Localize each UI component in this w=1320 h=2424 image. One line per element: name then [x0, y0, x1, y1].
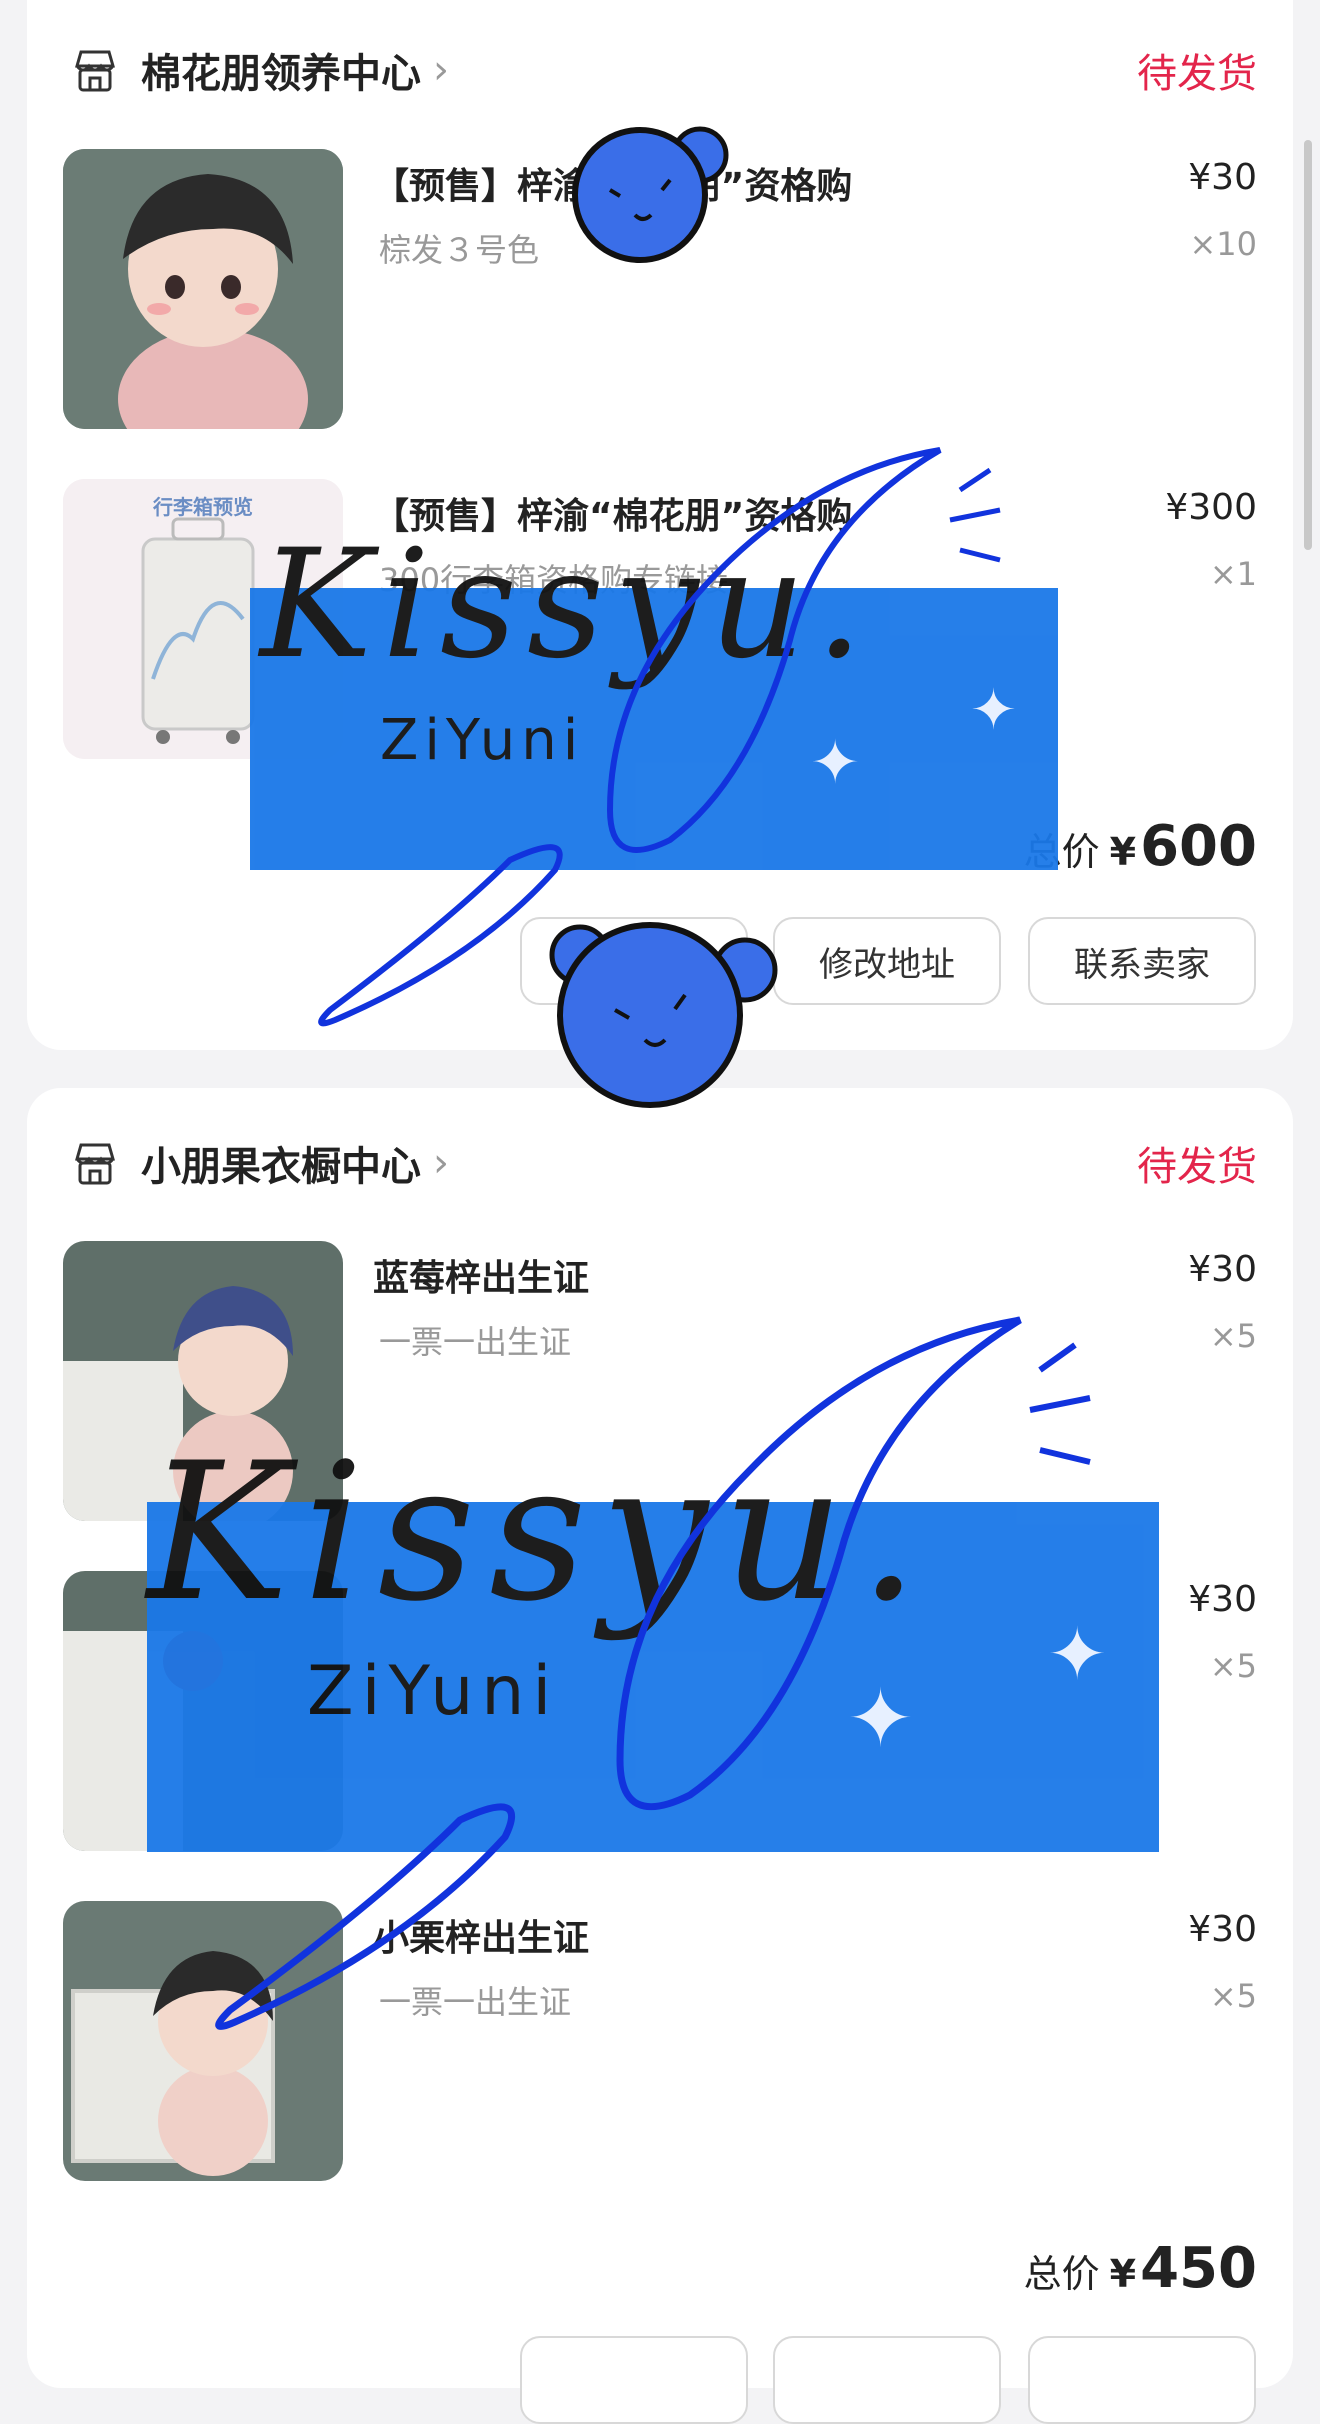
shop-icon	[75, 50, 115, 92]
shop-header[interactable]: 小朋果衣橱中心 › 待发货	[69, 1128, 1257, 1198]
total-value: 600	[1140, 814, 1257, 879]
shop-icon	[75, 1143, 115, 1185]
modify-address-button[interactable]: 修改地址	[773, 917, 1001, 1005]
item-spec: 300行李箱资格购专链接	[379, 561, 729, 599]
item-qty: ×5	[1209, 1317, 1257, 1355]
item-spec: 棕发３号色	[379, 231, 540, 269]
chevron-right-icon: ›	[433, 1140, 449, 1186]
scrollbar[interactable]	[1304, 140, 1312, 550]
order-action-button[interactable]	[520, 2336, 748, 2424]
item-price: ¥300	[1165, 487, 1257, 528]
order-item[interactable]: 行李箱预览 【预售】梓渝“棉花朋”资格购 300行李箱资格购专链接 ¥300 ×…	[63, 479, 1257, 759]
item-spec: 一票一出生证	[379, 1983, 572, 2021]
order-status: 待发货	[1137, 51, 1257, 97]
contact-seller-button[interactable]: 联系卖家	[1028, 917, 1256, 1005]
item-qty: ×1	[1209, 555, 1257, 593]
chevron-right-icon: ›	[433, 47, 449, 93]
shop-header[interactable]: 棉花朋领养中心 › 待发货	[69, 35, 1257, 105]
total-value: 450	[1140, 2236, 1257, 2301]
total-currency: ¥	[1109, 830, 1137, 874]
item-qty: ×5	[1209, 1977, 1257, 2015]
item-price: ¥30	[1188, 1579, 1257, 1620]
shop-name: 棉花朋领养中心	[141, 51, 421, 97]
item-price: ¥30	[1188, 157, 1257, 198]
order-item[interactable]: ¥30 ×5	[63, 1571, 1257, 1851]
item-qty: ×5	[1209, 1647, 1257, 1685]
product-image	[63, 1571, 343, 1851]
item-qty: ×10	[1189, 225, 1257, 263]
shop-name: 小朋果衣橱中心	[141, 1144, 421, 1190]
product-image	[63, 149, 343, 429]
item-title: 【预售】梓渝“棉花朋”资格购	[373, 496, 853, 537]
order-action-button[interactable]	[1028, 2336, 1256, 2424]
total-currency: ¥	[1109, 2252, 1137, 2296]
thumb-caption: 行李箱预览	[153, 495, 253, 519]
order-card-1: 棉花朋领养中心 › 待发货 【预售】梓渝“棉花朋”资格购 棕发３号色 ¥30 ×…	[27, 0, 1293, 1050]
item-price: ¥30	[1188, 1909, 1257, 1950]
product-image	[63, 1901, 343, 2181]
item-title: 【预售】梓渝“棉花朋”资格购	[373, 166, 853, 207]
order-total: 总价 ¥ 600	[1024, 814, 1257, 879]
total-label: 总价	[1023, 2252, 1100, 2296]
product-image	[63, 1241, 343, 1521]
total-label: 总价	[1023, 830, 1100, 874]
order-action-button[interactable]	[773, 2336, 1001, 2424]
order-item[interactable]: 蓝莓梓出生证 一票一出生证 ¥30 ×5	[63, 1241, 1257, 1521]
item-price: ¥30	[1188, 1249, 1257, 1290]
order-item[interactable]: 【预售】梓渝“棉花朋”资格购 棕发３号色 ¥30 ×10	[63, 149, 1257, 429]
hidden-action-button[interactable]	[520, 917, 748, 1005]
item-title: 小栗梓出生证	[373, 1918, 590, 1959]
order-total: 总价 ¥ 450	[1024, 2236, 1257, 2301]
item-spec: 一票一出生证	[379, 1323, 572, 1361]
order-card-2: 小朋果衣橱中心 › 待发货 蓝莓梓出生证 一票一出生证 ¥30 ×5 ¥30 ×…	[27, 1088, 1293, 2424]
item-title: 蓝莓梓出生证	[373, 1258, 590, 1299]
product-image: 行李箱预览	[63, 479, 343, 759]
order-status: 待发货	[1137, 1144, 1257, 1190]
order-item[interactable]: 小栗梓出生证 一票一出生证 ¥30 ×5	[63, 1901, 1257, 2181]
